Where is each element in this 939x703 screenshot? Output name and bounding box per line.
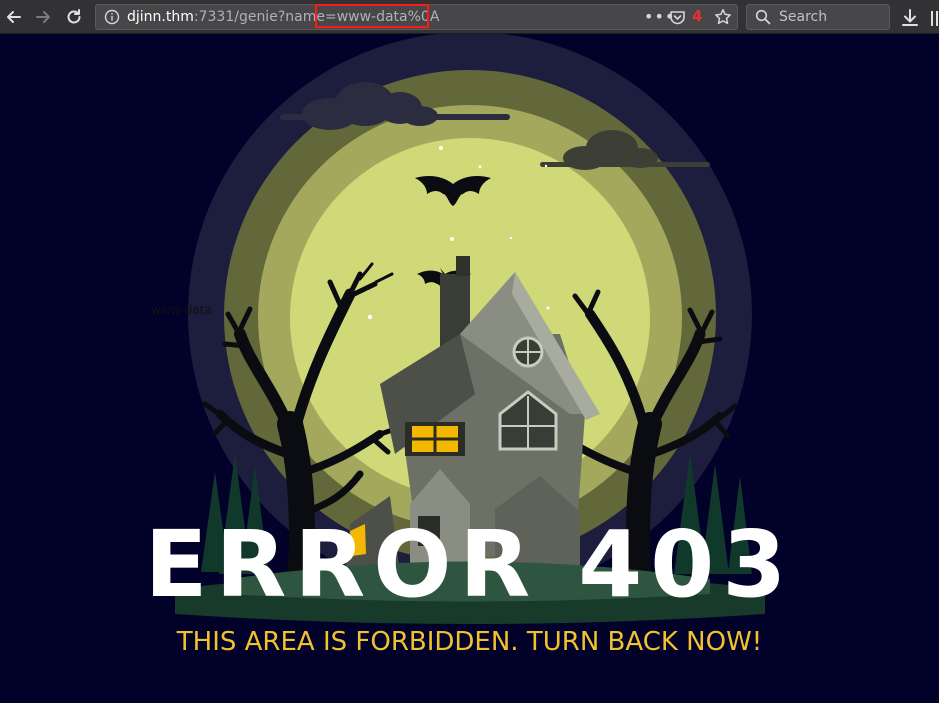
reload-button[interactable] [62, 5, 86, 29]
forward-button[interactable] [31, 5, 55, 29]
pocket-count-badge: 4 [692, 7, 703, 25]
url-param-highlight [315, 4, 429, 28]
error-subtitle: THIS AREA IS FORBIDDEN. TURN BACK NOW! [176, 627, 763, 657]
forward-arrow-icon [36, 11, 50, 23]
reflected-name-text: www-data [151, 303, 212, 317]
bookmark-star-icon[interactable] [714, 8, 732, 26]
search-box[interactable] [746, 4, 890, 30]
back-button[interactable] [2, 5, 26, 29]
info-icon[interactable] [104, 9, 120, 25]
search-input[interactable] [779, 8, 883, 26]
error-title: ERROR 403 [144, 511, 795, 618]
back-arrow-icon [7, 11, 21, 23]
search-icon [755, 9, 771, 25]
url-host: djinn.thm [127, 9, 194, 25]
pocket-icon[interactable] [669, 9, 686, 26]
download-icon[interactable] [899, 7, 921, 29]
browser-toolbar: djinn.thm:7331/genie?name=www-data%0A ••… [0, 0, 939, 34]
address-bar[interactable]: djinn.thm:7331/genie?name=www-data%0A ••… [95, 4, 738, 30]
overflow-menu-icon[interactable] [926, 7, 938, 29]
reload-icon [67, 9, 81, 24]
